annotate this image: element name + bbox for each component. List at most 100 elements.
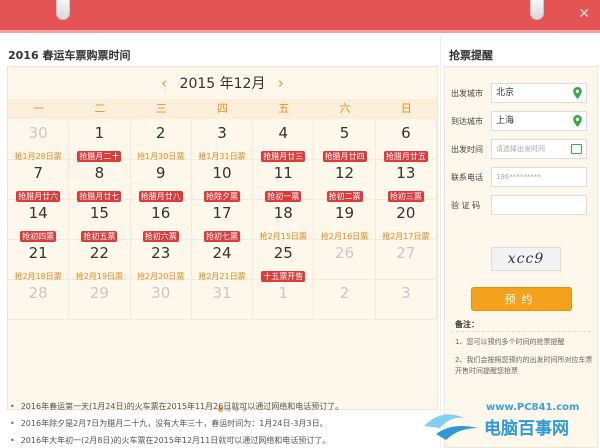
section-title: 2016 春运车票购票时间 <box>8 49 131 62</box>
day-number: 25 <box>273 244 293 262</box>
captcha-label: 验 证 码 <box>451 200 481 210</box>
note-item: • 2016年春运第一天(1月24日)的火车票在2015年11月26日就可以通过网… <box>10 398 430 415</box>
depart-time-label: 出发时间 <box>451 144 483 154</box>
reserve-button[interactable]: 预约 <box>471 287 572 311</box>
chevron-right-icon[interactable]: › <box>278 67 284 99</box>
day-number: 1 <box>278 284 289 302</box>
bullet-icon: • <box>10 419 15 428</box>
weekday-label: 三 <box>155 102 167 115</box>
day-number: 11 <box>273 164 293 182</box>
day-number: 9 <box>155 164 166 182</box>
calendar-day[interactable]: 9 抢腊月廿八 <box>130 160 192 202</box>
phone-placeholder: 186********* <box>496 173 541 181</box>
weekday-label: 二 <box>94 102 106 115</box>
day-number: 1 <box>94 124 105 142</box>
depart-time-input[interactable]: 请选择出发时间 <box>491 139 587 159</box>
note-item: • 2016年大年初一(2月8日)的火车票在2015年12月11日就可以通过网络和… <box>10 432 430 448</box>
calendar-day[interactable]: 2 抢1月30日票 <box>130 120 192 161</box>
watermark-name: 电脑百事网 <box>484 419 569 439</box>
captcha-input[interactable] <box>491 195 587 215</box>
from-city-row: 出发城市 北京 <box>451 83 587 103</box>
day-number: 21 <box>28 244 48 262</box>
day-number: 14 <box>28 204 48 222</box>
day-number: 4 <box>278 124 289 142</box>
day-number: 12 <box>335 164 355 182</box>
calendar-day[interactable]: 3 抢1月31日票 <box>191 120 254 161</box>
note-item: • 2016年除夕是2月7日为腊月二十九，没有大年三十，春运时间为：1月24日-3… <box>10 415 430 432</box>
day-number: 26 <box>335 244 355 262</box>
binder-ring-icon <box>56 0 70 20</box>
captcha-image[interactable]: xcc9 <box>491 247 561 271</box>
calendar-day[interactable]: 15 抢初五票 <box>69 200 131 242</box>
day-number: 15 <box>89 204 109 222</box>
calendar-day[interactable]: 17 抢初七票 <box>191 200 254 242</box>
phone-row: 联系电话 186********* <box>451 167 587 187</box>
calendar-day[interactable]: 4 抢腊月廿三 <box>253 120 315 162</box>
phone-input[interactable]: 186********* <box>491 167 587 187</box>
calendar-day[interactable]: 11 抢初一票 <box>253 160 315 202</box>
to-city-row: 到达城市 上海 <box>451 111 587 131</box>
from-city-input[interactable]: 北京 <box>491 83 587 103</box>
calendar-day[interactable]: 13 抢初三票 <box>375 160 437 202</box>
calendar-day[interactable]: 5 抢腊月廿四 <box>314 120 376 162</box>
day-number: 31 <box>212 284 232 302</box>
notes-list: • 2016年春运第一天(1月24日)的火车票在2015年11月26日就可以通过网… <box>10 398 430 448</box>
day-number: 28 <box>28 284 48 302</box>
bullet-icon: • <box>10 402 15 411</box>
day-number: 8 <box>94 164 105 182</box>
to-city-label: 到达城市 <box>451 116 483 126</box>
calendar-day: 31 <box>191 280 254 320</box>
day-number: 6 <box>401 124 411 142</box>
day-number: 30 <box>28 124 48 142</box>
remark-item: 2、我们会按照您预约的出发时间所对应车票开售时间提醒您抢票 <box>455 356 593 375</box>
day-number: 18 <box>273 204 293 222</box>
calendar-day[interactable]: 21 抢2月18日票 <box>8 240 70 281</box>
calendar-icon[interactable] <box>571 144 582 154</box>
chevron-left-icon[interactable]: ‹ <box>161 67 167 99</box>
calendar-day[interactable]: 1 抢腊月二十 <box>69 120 131 162</box>
day-number: 20 <box>396 204 416 222</box>
calendar-day[interactable]: 22 抢2月19日票 <box>69 240 131 281</box>
calendar-day[interactable]: 7 抢腊月廿六 <box>8 160 70 202</box>
calendar-day[interactable]: 8 抢腊月廿七 <box>69 160 131 202</box>
calendar-grid: 30 抢1月28日票 1 抢腊月二十 2 抢1月30日票 3 抢1月31日票 4 抢腊月廿三 5 抢腊… <box>8 120 437 320</box>
day-number: 17 <box>212 204 232 222</box>
weekday-label: 四 <box>216 102 228 115</box>
note-text: 2016年大年初一(2月8日)的火车票在2015年12月11日就可以通过网络和电… <box>20 436 331 445</box>
calendar-day[interactable]: 6 抢腊月廿五 <box>375 120 437 162</box>
calendar-month-label: 2015 年12月 <box>179 76 266 92</box>
reminder-title: 抢票提醒 <box>449 49 493 62</box>
day-number: 27 <box>396 244 416 262</box>
calendar-day[interactable]: 25 十五票开售 <box>253 240 315 282</box>
calendar-day[interactable]: 16 抢初六票 <box>130 200 192 242</box>
day-number: 13 <box>396 164 416 182</box>
to-city-input[interactable]: 上海 <box>491 111 587 131</box>
calendar-day[interactable]: 19 抢2月16日票 <box>314 200 376 241</box>
calendar-day[interactable]: 20 抢2月17日票 <box>375 200 437 241</box>
calendar-day[interactable]: 18 抢2月15日票 <box>253 200 315 241</box>
calendar-day: 29 <box>69 280 131 320</box>
divider <box>451 331 591 332</box>
calendar-day[interactable]: 10 抢除夕票 <box>191 160 254 202</box>
calendar-day: 27 <box>375 240 437 280</box>
calendar-day[interactable]: 23 抢2月20日票 <box>130 240 192 281</box>
from-city-label: 出发城市 <box>451 88 483 98</box>
calendar-day[interactable]: 12 抢初二票 <box>314 160 376 202</box>
remark-item: 1、您可以预约多个时间的抢票提醒 <box>455 338 565 346</box>
day-number: 3 <box>401 284 411 302</box>
calendar-day: 30 抢1月28日票 <box>8 120 70 161</box>
location-pin-icon <box>573 115 582 127</box>
note-text: 2016年除夕是2月7日为腊月二十九，没有大年三十，春运时间为：1月24日-3月… <box>20 419 328 428</box>
captcha-row: 验 证 码 <box>451 195 587 215</box>
calendar-day[interactable]: 14 抢初四票 <box>8 200 70 242</box>
reminder-panel: 抢票提醒 出发城市 北京 到达城市 上海 出发时间 请选择出发时间 联系电话 1… <box>440 36 600 448</box>
top-bar: ✕ <box>0 0 600 33</box>
calendar-header: ‹ 2015 年12月 › <box>8 67 437 99</box>
day-number: 10 <box>212 164 232 182</box>
close-button[interactable]: ✕ <box>578 6 590 22</box>
reminder-form: 出发城市 北京 到达城市 上海 出发时间 请选择出发时间 联系电话 186***… <box>444 66 598 448</box>
day-number: 7 <box>33 164 43 182</box>
calendar-day[interactable]: 24 抢2月21日票 <box>191 240 254 281</box>
day-number: 19 <box>335 204 355 222</box>
calendar-day: 3 <box>375 280 437 320</box>
